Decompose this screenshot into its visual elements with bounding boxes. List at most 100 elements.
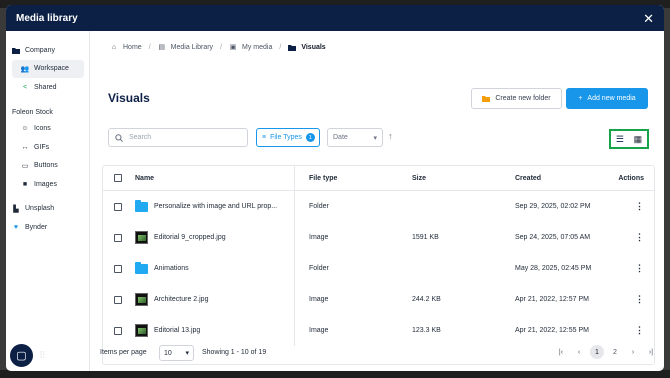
page-2-button[interactable]: 2 [608,345,622,359]
created-date: Apr 21, 2022, 12:57 PM [515,296,589,303]
showing-count: Showing 1 - 10 of 19 [202,349,267,356]
more-actions-icon[interactable]: ⋮ [635,325,644,335]
media-library-modal: Media library ✕ Company 👥 Workspace < Sh… [6,5,664,371]
created-date: May 28, 2025, 02:45 PM [515,265,592,272]
button-icon: ▭ [21,162,29,170]
search-icon [115,133,123,142]
library-icon: ▤ [158,44,165,51]
main-panel: ⌂ Home / ▤ Media Library / ▣ My media / … [90,31,664,371]
table-row[interactable]: Editorial 9_cropped.jpg Image 1591 KB Se… [103,222,654,253]
sidebar-item-images[interactable]: ■ Images [6,175,89,194]
file-name[interactable]: Editorial 9_cropped.jpg [154,234,226,241]
sidebar-item-unsplash[interactable]: ▙ Unsplash [6,200,89,219]
sidebar-item-company[interactable]: Company [6,41,89,60]
folder-icon [135,199,148,212]
created-date: Sep 29, 2025, 02:02 PM [515,203,591,210]
add-media-button[interactable]: + Add new media [566,88,648,109]
camera-icon: ■ [22,180,28,188]
unsplash-icon: ▙ [13,205,19,213]
drag-handle-icon[interactable]: ⠿ [39,350,46,361]
create-folder-label: Create new folder [495,95,551,102]
media-icon: ▣ [229,44,237,51]
smiley-icon: ☺ [21,125,29,133]
last-page-icon[interactable]: ›| [644,345,658,359]
sidebar-item-label: Workspace [34,65,69,73]
image-thumbnail [135,231,148,244]
row-checkbox[interactable] [113,264,122,273]
row-checkbox[interactable] [113,202,122,211]
sidebar-item-icons[interactable]: ☺ Icons [6,120,89,139]
chat-icon[interactable]: ▢ [8,342,35,369]
table-row[interactable]: Architecture 2.jpg Image 244.2 KB Apr 21… [103,284,654,315]
column-name[interactable]: Name [132,166,295,190]
sidebar-item-workspace[interactable]: 👥 Workspace [12,59,84,78]
modal-header: Media library ✕ [6,5,664,31]
bynder-icon: ♥ [13,223,19,231]
modal-title: Media library [16,12,78,24]
created-date: Apr 21, 2022, 12:55 PM [515,327,589,334]
prev-page-icon[interactable]: ‹ [572,345,586,359]
file-type: Folder [309,265,329,272]
file-name[interactable]: Editorial 13.jpg [154,327,200,334]
column-actions: Actions [618,174,644,182]
more-actions-icon[interactable]: ⋮ [635,201,644,211]
file-type: Image [309,327,329,334]
row-checkbox[interactable] [113,233,122,242]
backdrop-bar [0,370,670,378]
search-input[interactable]: Search [108,128,248,147]
grid-view-icon[interactable]: ▦ [634,134,643,145]
chevron-down-icon: ▾ [185,350,189,357]
column-created: Created [515,174,542,182]
file-types-filter-button[interactable]: ≡ File Types 1 [256,128,320,147]
sort-select[interactable]: Date ▾ [327,128,383,147]
created-date: Sep 24, 2025, 07:05 AM [515,234,591,241]
breadcrumb-separator: / [220,43,223,51]
file-name[interactable]: Architecture 2.jpg [154,296,208,303]
file-name[interactable]: Animations [154,265,189,272]
breadcrumb: ⌂ Home / ▤ Media Library / ▣ My media / … [110,43,326,52]
search-placeholder: Search [129,134,152,141]
first-page-icon[interactable]: |‹ [554,345,568,359]
sort-select-value: Date [333,134,348,141]
select-all-checkbox[interactable] [113,174,122,182]
page-1-button[interactable]: 1 [590,345,604,359]
sidebar-item-shared[interactable]: < Shared [6,78,89,97]
sidebar-item-bynder[interactable]: ♥ Bynder [6,218,89,237]
filter-icon: ≡ [262,134,267,141]
file-type: Image [309,296,329,303]
breadcrumb-media-library[interactable]: Media Library [171,44,213,51]
chevron-down-icon: ▾ [373,134,377,142]
more-actions-icon[interactable]: ⋮ [635,294,644,304]
table-row[interactable]: Animations Folder May 28, 2025, 02:45 PM… [103,253,654,284]
row-checkbox[interactable] [113,326,122,335]
list-view-icon[interactable]: ☰ [616,134,624,145]
items-per-page-label: Items per page [100,349,147,356]
image-thumbnail [135,324,148,337]
home-icon: ⌂ [111,43,117,51]
more-actions-icon[interactable]: ⋮ [635,263,644,273]
column-type: File type [309,174,338,182]
close-icon[interactable]: ✕ [643,12,654,25]
file-name[interactable]: Personalize with image and URL prop... [154,203,277,210]
table-row[interactable]: Personalize with image and URL prop... F… [103,191,654,222]
sort-direction-icon[interactable]: ↑ [388,131,393,141]
row-checkbox[interactable] [113,295,122,304]
sidebar-item-buttons[interactable]: ▭ Buttons [6,157,89,176]
next-page-icon[interactable]: › [626,345,640,359]
create-folder-button[interactable]: Create new folder [471,88,562,109]
sidebar-item-label: GIFs [34,143,50,151]
table-header: Name File type Size Created Actions [103,166,654,191]
file-type: Image [309,234,329,241]
folder-icon [12,46,20,54]
breadcrumb-my-media[interactable]: My media [242,44,272,51]
pagination-footer: Items per page 10 ▾ Showing 1 - 10 of 19… [6,343,664,371]
breadcrumb-visuals: Visuals [301,43,326,51]
sidebar-item-gifs[interactable]: ↔ GIFs [6,138,89,157]
sidebar-item-label: Buttons [34,162,58,170]
items-per-page-value: 10 [164,349,172,357]
table-row[interactable]: Editorial 13.jpg Image 123.3 KB Apr 21, … [103,315,654,346]
sidebar-item-label: Icons [34,125,51,133]
more-actions-icon[interactable]: ⋮ [635,232,644,242]
breadcrumb-home[interactable]: Home [123,44,142,51]
items-per-page-select[interactable]: 10 ▾ [159,345,194,361]
